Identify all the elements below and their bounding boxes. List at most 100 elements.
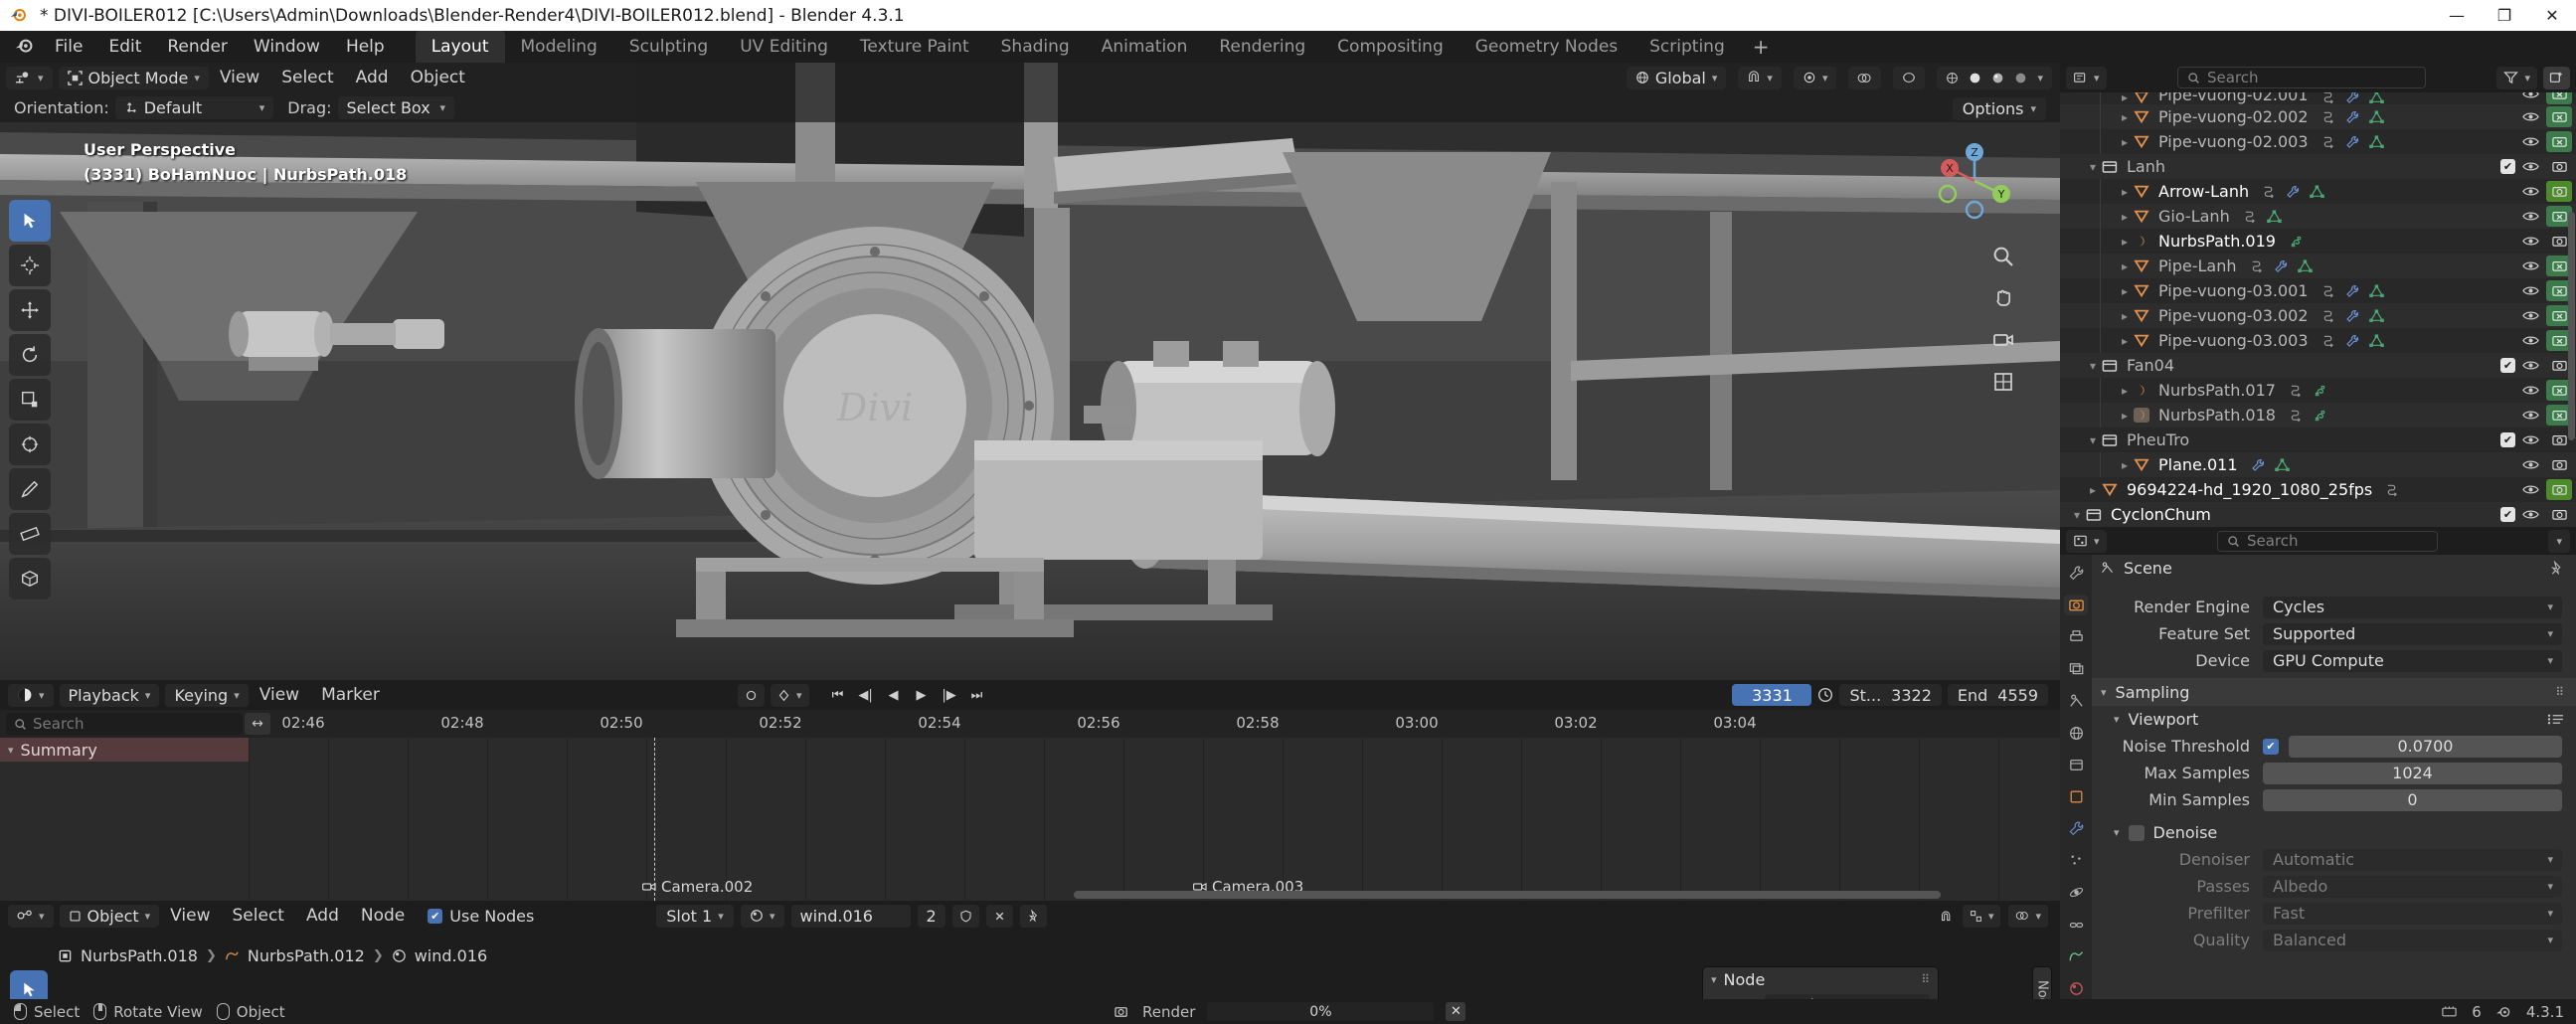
jump-start-button[interactable]: ⏮	[825, 684, 851, 706]
expand-arrow-icon[interactable]: ▸	[2116, 92, 2134, 104]
tab-physics[interactable]	[2064, 882, 2088, 903]
disable-in-renders-toggle[interactable]	[2546, 479, 2572, 500]
transform-orientation-selector[interactable]: Global ▾	[1626, 66, 1727, 89]
hide-in-viewport-toggle[interactable]	[2522, 259, 2539, 272]
disable-in-renders-toggle[interactable]	[2546, 92, 2572, 104]
maximize-button[interactable]: ❐	[2481, 0, 2528, 31]
outliner-editor-type-button[interactable]: ▾	[2066, 66, 2107, 89]
tab-collection[interactable]	[2064, 755, 2088, 775]
timeline-ruler[interactable]: 02:46 02:48 02:50 02:52 02:54 02:56 02:5…	[249, 710, 2060, 738]
wrench-icon[interactable]	[2345, 110, 2360, 124]
prefilter-dropdown[interactable]: Fast ▾	[2263, 902, 2562, 925]
timeline-playhead[interactable]	[654, 738, 655, 901]
proportional-edit-toggle[interactable]: ▾	[1793, 66, 1837, 89]
properties-editor-type-button[interactable]: ▾	[2066, 529, 2107, 553]
pin-icon[interactable]	[2549, 561, 2564, 576]
channel-summary[interactable]: ▾ Summary	[0, 738, 249, 762]
close-button[interactable]: ✕	[2528, 0, 2576, 31]
menu-window[interactable]: Window	[241, 33, 333, 61]
outliner-row[interactable]: ▸ Pipe-vuong-03.003	[2060, 328, 2576, 353]
shader-menu-add[interactable]: Add	[295, 903, 350, 929]
jump-end-button[interactable]: ⏭	[964, 684, 990, 706]
snap-nodes-icon[interactable]	[1940, 910, 1955, 923]
snap-toggle[interactable]: ▾	[1738, 66, 1782, 89]
mesh-icon[interactable]	[2368, 333, 2384, 348]
shader-editor-type-button[interactable]: ▾	[8, 904, 54, 928]
outliner-editor[interactable]: ▾ Search ▾ ▸ Pipe-vuong-02.001 ▸ Pipe-vuong…	[2060, 63, 2576, 527]
menu-help[interactable]: Help	[333, 33, 398, 61]
hide-in-viewport-toggle[interactable]	[2522, 160, 2539, 173]
expand-arrow-icon[interactable]: ▸	[2116, 110, 2134, 124]
outliner-row[interactable]: ▸ Pipe-Lanh	[2060, 254, 2576, 278]
tab-shading[interactable]: Shading	[985, 31, 1086, 63]
mod-icon[interactable]	[2321, 110, 2336, 124]
cancel-render-button[interactable]: ✕	[1446, 1002, 1466, 1021]
blender-menu-icon[interactable]	[8, 36, 42, 58]
shader-editor[interactable]: ▾ Object ▾ View Select Add Node ✔ Use No…	[0, 901, 2060, 1024]
start-frame-field[interactable]: St... 3322	[1839, 684, 1942, 706]
properties-editor[interactable]: ▾ Search ▾ Scene Render Engine Cycles ▾ …	[2060, 527, 2576, 999]
noise-threshold-slider[interactable]: 0.0700	[2289, 735, 2562, 758]
noise-threshold-checkbox[interactable]: ✔	[2263, 738, 2279, 755]
expand-arrow-icon[interactable]: ▸	[2116, 235, 2134, 249]
menu-edit[interactable]: Edit	[95, 33, 154, 61]
dopesheet-menu-view[interactable]: View	[249, 682, 310, 708]
tool-rotate[interactable]	[9, 334, 51, 376]
mesh-icon[interactable]	[2368, 92, 2384, 104]
tab-scene[interactable]	[2064, 691, 2088, 712]
shader-type-selector[interactable]: Object ▾	[59, 904, 160, 928]
outliner-vertical-scrollbar[interactable]	[2568, 212, 2575, 440]
collection-checkbox[interactable]: ✔	[2500, 358, 2515, 373]
tool-add-cube[interactable]	[9, 558, 51, 599]
min-samples-field[interactable]: 0	[2263, 788, 2562, 811]
disable-in-renders-toggle[interactable]	[2546, 504, 2572, 525]
play-button[interactable]: ▶	[909, 684, 935, 706]
mesh-icon[interactable]	[2310, 184, 2324, 199]
hide-in-viewport-toggle[interactable]	[2522, 458, 2539, 471]
wrench-icon[interactable]	[2345, 309, 2360, 323]
tab-scripting[interactable]: Scripting	[1633, 31, 1741, 63]
outliner-row[interactable]: ▸ Arrow-Lanh	[2060, 179, 2576, 204]
mod-icon[interactable]	[2250, 259, 2265, 273]
hide-in-viewport-toggle[interactable]	[2522, 309, 2539, 322]
outliner-row[interactable]: ▸ Pipe-vuong-02.003	[2060, 129, 2576, 154]
shader-menu-select[interactable]: Select	[222, 903, 295, 929]
viewport-overlays-toggle[interactable]	[1848, 66, 1882, 89]
mesh-icon[interactable]	[2368, 109, 2384, 124]
outliner-row[interactable]: ▸ Pipe-vuong-02.002	[2060, 104, 2576, 129]
hide-in-viewport-toggle[interactable]	[2522, 185, 2539, 198]
timeline-horizontal-scrollbar[interactable]	[1074, 891, 1941, 899]
outliner-row[interactable]: ▾ Lanh ✔	[2060, 154, 2576, 179]
tab-material[interactable]	[2064, 978, 2088, 999]
denoise-subsection-header[interactable]: ▾ Denoise	[2092, 819, 2576, 846]
quality-dropdown[interactable]: Balanced ▾	[2263, 929, 2562, 951]
navigation-gizmo[interactable]: Z Y X	[1934, 140, 2015, 222]
expand-arrow-icon[interactable]: ▸	[2116, 384, 2134, 398]
dopesheet-channel-list[interactable]: ▾ Summary	[0, 738, 249, 901]
dopesheet-editor[interactable]: ▾ Playback ▾ Keying ▾ View Marker ▾ ⏮ ◀|…	[0, 680, 2060, 901]
outliner-row[interactable]: ▸ Plane.011	[2060, 452, 2576, 477]
viewport-options-button[interactable]: Options ▾	[1952, 97, 2046, 120]
wrench-icon[interactable]	[2251, 458, 2266, 472]
outliner-row[interactable]: ▾ PheuTro ✔	[2060, 427, 2576, 452]
expand-arrow-icon[interactable]: ▾	[2084, 359, 2102, 373]
wrench-icon[interactable]	[2345, 284, 2360, 298]
play-reverse-button[interactable]: ◀	[881, 684, 907, 706]
hide-in-viewport-toggle[interactable]	[2522, 92, 2539, 100]
wrench-icon[interactable]	[2345, 92, 2360, 104]
disable-in-renders-toggle[interactable]	[2546, 181, 2572, 202]
current-frame-field[interactable]: 3331	[1732, 684, 1812, 706]
mod-icon[interactable]	[2321, 309, 2336, 323]
viewport-menu-view[interactable]: View	[209, 65, 270, 90]
tab-uv-editing[interactable]: UV Editing	[724, 31, 844, 63]
curvedata-icon[interactable]	[2313, 384, 2327, 398]
outliner-row[interactable]: ▾ CyclonChum ✔	[2060, 502, 2576, 527]
use-nodes-checkbox[interactable]: ✔	[428, 908, 443, 924]
hide-in-viewport-toggle[interactable]	[2522, 409, 2539, 422]
hide-in-viewport-toggle[interactable]	[2522, 135, 2539, 148]
prev-keyframe-button[interactable]: ◀|	[853, 684, 879, 706]
outliner-row[interactable]: ▸ Gio-Lanh	[2060, 204, 2576, 229]
material-users-count[interactable]: 2	[917, 904, 945, 928]
tab-render[interactable]	[2064, 595, 2088, 616]
expand-arrow-icon[interactable]: ▸	[2116, 185, 2134, 199]
